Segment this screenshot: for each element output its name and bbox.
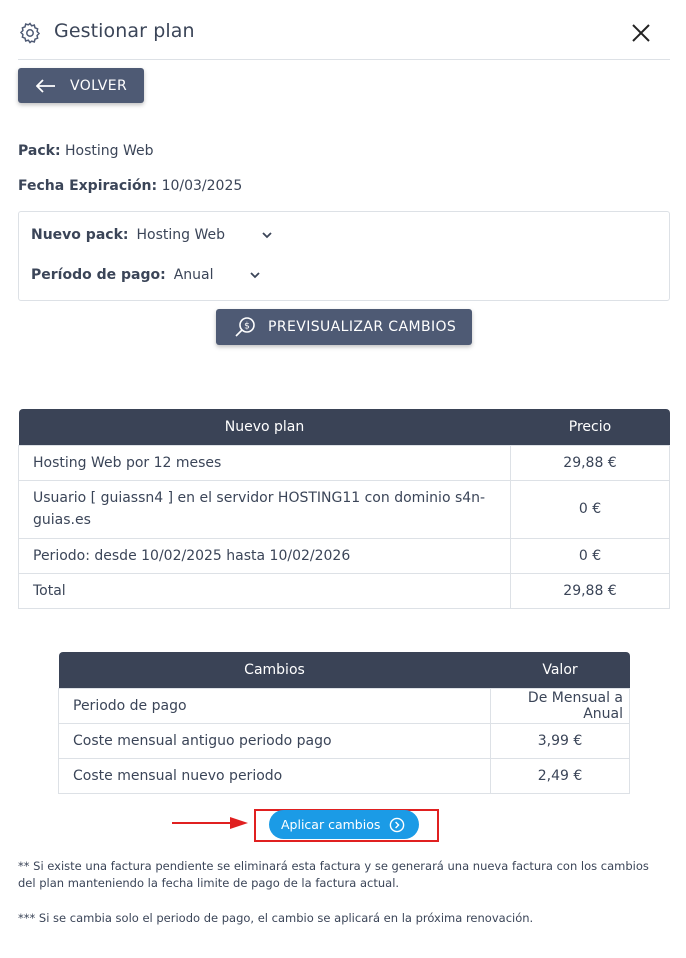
apply-changes-button[interactable]: Aplicar cambios (269, 810, 419, 839)
new-pack-field: Nuevo pack: Hosting Web (31, 227, 225, 243)
changes-header-value: Valor (490, 652, 630, 688)
expiration-info: Fecha Expiración: 10/03/2025 (18, 178, 242, 194)
changes-header-name: Cambios (58, 652, 491, 688)
search-money-icon: $ (235, 317, 255, 337)
pack-value: Hosting Web (65, 143, 154, 159)
table-row: Usuario [ guiassn4 ] en el servidor HOST… (18, 479, 670, 539)
plan-cell-total-price: 29,88 € (510, 572, 670, 609)
changes-cell-value: 2,49 € (490, 757, 630, 794)
table-row: Coste mensual nuevo periodo 2,49 € (58, 757, 630, 794)
dialog-title: Gestionar plan (54, 20, 195, 42)
apply-changes-label: Aplicar cambios (281, 817, 381, 832)
plan-table: Nuevo plan Precio Hosting Web por 12 mes… (18, 409, 670, 609)
changes-cell-name: Coste mensual antiguo periodo pago (58, 722, 491, 759)
plan-cell-price: 29,88 € (510, 444, 670, 481)
preview-changes-label: PREVISUALIZAR CAMBIOS (268, 319, 457, 335)
arrow-left-icon (36, 78, 55, 93)
arrow-circle-right-icon (390, 817, 405, 832)
table-row: Coste mensual antiguo periodo pago 3,99 … (58, 722, 630, 759)
plan-cell-description: Periodo: desde 10/02/2025 hasta 10/02/20… (18, 537, 511, 574)
expiration-label: Fecha Expiración: (18, 178, 158, 194)
note-payment-period: *** Si se cambia solo el periodo de pago… (18, 911, 534, 925)
changes-table: Cambios Valor Periodo de pago De Mensual… (58, 652, 630, 794)
expiration-value: 10/03/2025 (161, 178, 243, 194)
pack-label: Pack: (18, 143, 61, 159)
plan-cell-price: 0 € (510, 479, 670, 539)
gear-icon (19, 22, 41, 44)
back-button-label: VOLVER (70, 77, 128, 94)
changes-cell-name: Coste mensual nuevo periodo (58, 757, 491, 794)
note-pending-invoice: ** Si existe una factura pendiente se el… (18, 859, 649, 890)
table-row: Periodo: desde 10/02/2025 hasta 10/02/20… (18, 537, 670, 574)
preview-changes-button[interactable]: $ PREVISUALIZAR CAMBIOS (216, 309, 472, 345)
table-row: Total 29,88 € (18, 572, 670, 609)
close-icon[interactable] (630, 22, 652, 44)
dialog-header: Gestionar plan (18, 0, 670, 60)
plan-cell-description: Hosting Web por 12 meses (18, 444, 511, 481)
plan-form: Nuevo pack: Hosting Web Período de pago:… (18, 211, 670, 301)
plan-cell-total-label: Total (18, 572, 511, 609)
annotation-arrow (172, 817, 248, 829)
new-pack-select[interactable]: Hosting Web (136, 227, 225, 243)
plan-header-name: Nuevo plan (18, 409, 511, 445)
changes-cell-value: 3,99 € (490, 722, 630, 759)
pack-info: Pack: Hosting Web (18, 143, 154, 159)
period-field: Período de pago: Anual (31, 267, 214, 283)
period-label: Período de pago: (31, 267, 166, 283)
plan-cell-price: 0 € (510, 537, 670, 574)
chevron-down-icon[interactable] (250, 272, 260, 279)
changes-cell-name: Periodo de pago (58, 687, 491, 724)
changes-cell-value: De Mensual a Anual (490, 687, 630, 724)
plan-header-price: Precio (510, 409, 670, 445)
plan-cell-description: Usuario [ guiassn4 ] en el servidor HOST… (18, 479, 511, 539)
table-row: Hosting Web por 12 meses 29,88 € (18, 444, 670, 481)
svg-text:$: $ (244, 322, 250, 332)
table-row: Periodo de pago De Mensual a Anual (58, 687, 630, 724)
back-button[interactable]: VOLVER (18, 68, 144, 103)
period-select[interactable]: Anual (174, 267, 214, 283)
chevron-down-icon[interactable] (262, 232, 272, 239)
new-pack-label: Nuevo pack: (31, 227, 129, 243)
